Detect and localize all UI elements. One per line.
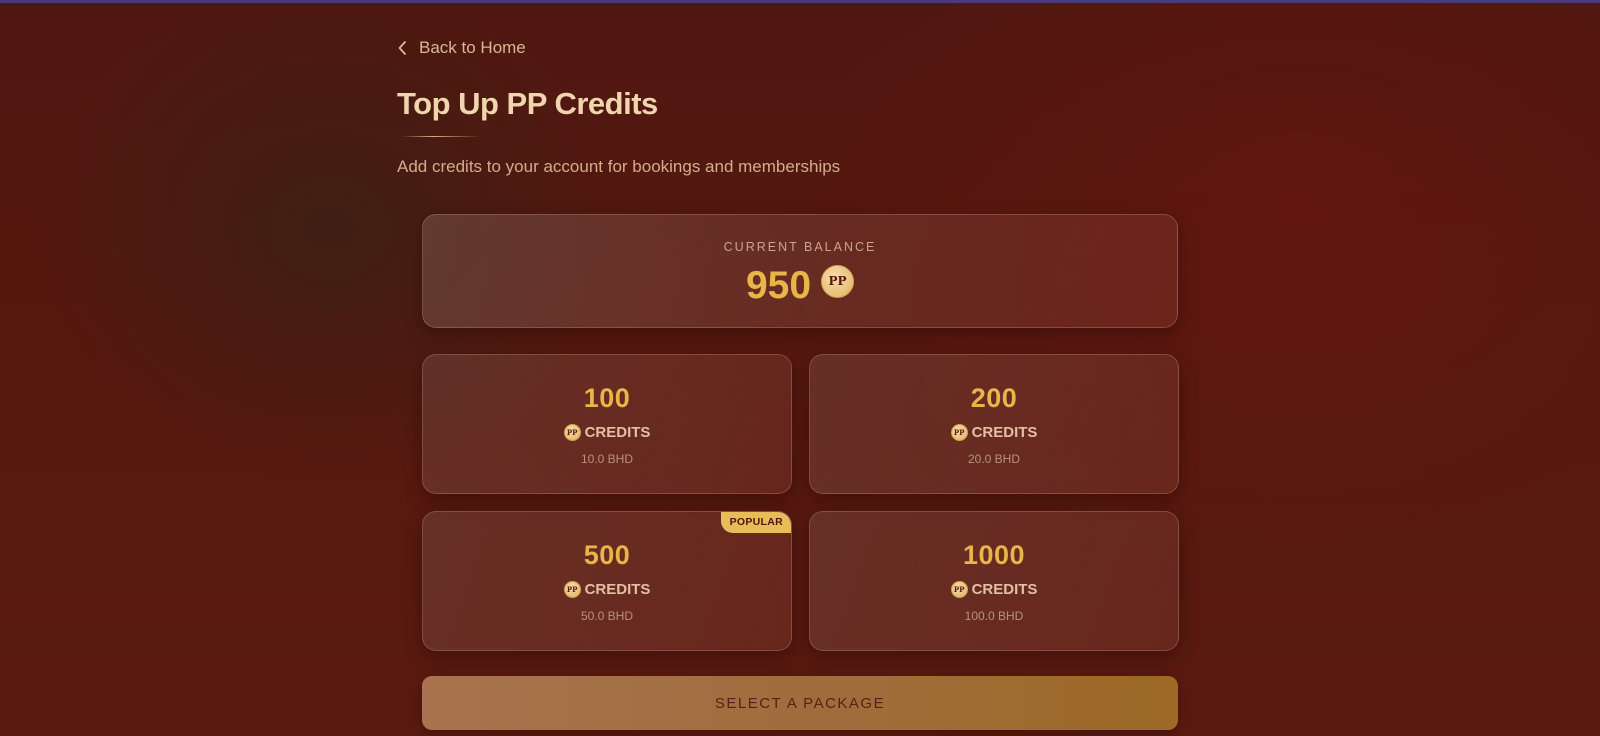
select-package-button[interactable]: SELECT A PACKAGE: [422, 676, 1178, 730]
current-balance-card: CURRENT BALANCE 950 PP: [422, 214, 1178, 328]
package-amount: 500: [583, 540, 631, 570]
package-credits-row: PP CREDITS: [810, 424, 1178, 441]
page-title: Top Up PP Credits: [397, 86, 658, 121]
package-credits-row: PP CREDITS: [423, 581, 791, 598]
back-link-label: Back to Home: [419, 38, 526, 57]
package-unit: CREDITS: [584, 424, 651, 441]
package-amount: 200: [970, 383, 1018, 413]
popular-badge: POPULAR: [720, 512, 791, 533]
balance-label: CURRENT BALANCE: [723, 240, 877, 254]
pp-coin-icon: PP: [950, 424, 968, 441]
pp-coin-icon: PP: [821, 264, 855, 298]
package-amount: 1000: [962, 540, 1026, 570]
balance-value: 950: [745, 264, 812, 307]
package-amount: 100: [583, 383, 631, 413]
package-price: 100.0 BHD: [964, 609, 1024, 623]
package-card-200[interactable]: 200 PP CREDITS 20.0 BHD: [809, 354, 1179, 494]
package-unit: CREDITS: [971, 424, 1038, 441]
package-price: 20.0 BHD: [967, 452, 1021, 466]
package-price: 50.0 BHD: [580, 609, 634, 623]
package-card-500[interactable]: POPULAR 500 PP CREDITS 50.0 BHD: [422, 511, 792, 651]
balance-row: 950 PP: [423, 264, 1177, 308]
top-accent-line: [0, 0, 1600, 3]
pp-coin-icon: PP: [563, 424, 581, 441]
package-unit: CREDITS: [584, 581, 651, 598]
chevron-left-icon: [397, 40, 407, 56]
pp-coin-icon: PP: [563, 581, 581, 598]
package-unit: CREDITS: [971, 581, 1038, 598]
package-credits-row: PP CREDITS: [423, 424, 791, 441]
package-card-1000[interactable]: 1000 PP CREDITS 100.0 BHD: [809, 511, 1179, 651]
package-card-100[interactable]: 100 PP CREDITS 10.0 BHD: [422, 354, 792, 494]
back-to-home-link[interactable]: Back to Home: [397, 38, 526, 58]
pp-coin-icon: PP: [950, 581, 968, 598]
title-underline: [401, 136, 481, 137]
package-credits-row: PP CREDITS: [810, 581, 1178, 598]
page-subtitle: Add credits to your account for bookings…: [397, 157, 841, 176]
package-price: 10.0 BHD: [580, 452, 634, 466]
